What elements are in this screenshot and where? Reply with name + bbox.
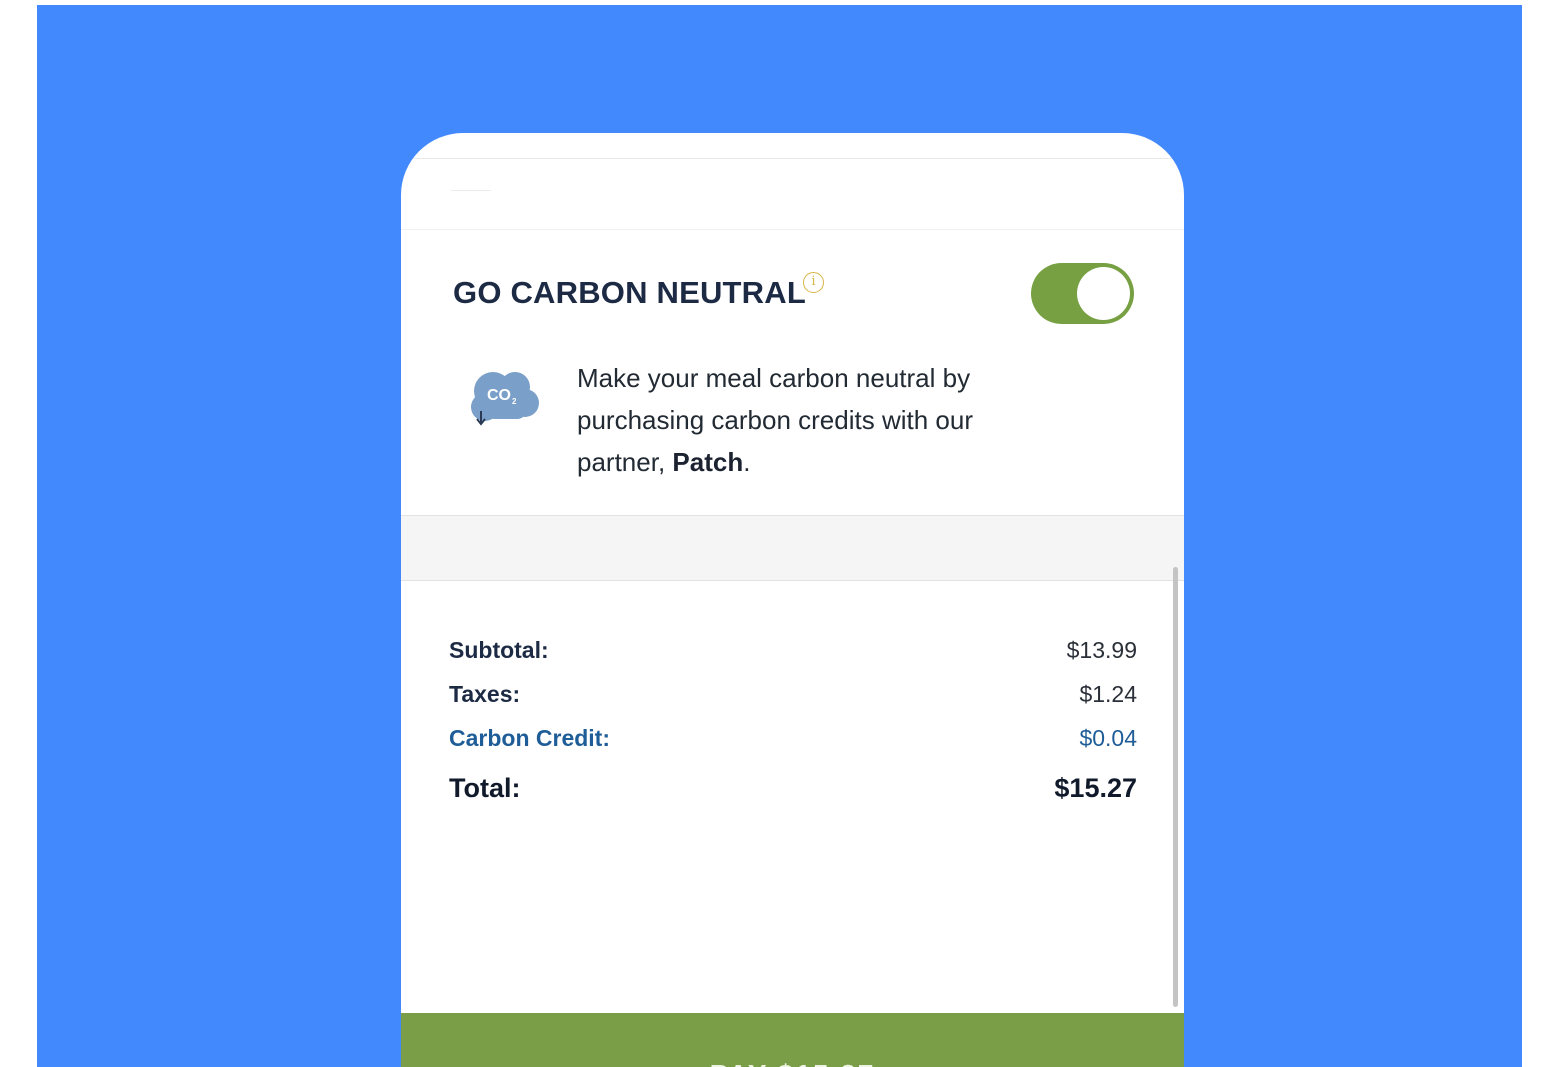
- taxes-label: Taxes:: [449, 681, 521, 707]
- total-label: Total:: [449, 773, 521, 803]
- co2-text: CO: [487, 387, 511, 404]
- carbon-description: Make your meal carbon neutral by purchas…: [577, 357, 1047, 483]
- scrollbar[interactable]: [1173, 567, 1178, 1007]
- carbon-neutral-title: GO CARBON NEUTRAL: [453, 275, 806, 310]
- carbon-credit-label: Carbon Credit:: [449, 725, 610, 751]
- pay-button[interactable]: PAY $15.27: [401, 1013, 1184, 1067]
- total-value: $15.27: [1054, 773, 1137, 803]
- subtotal-row: Subtotal: $13.99: [449, 637, 1137, 671]
- section-separator: [401, 515, 1184, 581]
- carbon-description-text: Make your meal carbon neutral by purchas…: [577, 363, 973, 477]
- taxes-row: Taxes: $1.24: [449, 681, 1137, 715]
- background-panel: GO CARBON NEUTRAL i CO 2 Make your meal …: [37, 5, 1522, 1067]
- co2-subscript: 2: [512, 397, 517, 406]
- partner-name: Patch: [672, 447, 744, 477]
- co2-cloud-icon: CO 2: [471, 372, 539, 426]
- divider: [401, 158, 1184, 159]
- total-row: Total: $15.27: [449, 773, 1137, 807]
- phone-screen: GO CARBON NEUTRAL i CO 2 Make your meal …: [401, 133, 1184, 1067]
- carbon-description-end: .: [743, 447, 751, 477]
- taxes-value: $1.24: [1079, 681, 1137, 707]
- subtotal-value: $13.99: [1066, 637, 1137, 663]
- divider: [401, 229, 1184, 230]
- carbon-neutral-toggle[interactable]: [1031, 263, 1134, 324]
- toggle-knob: [1077, 267, 1130, 320]
- pay-button-label: PAY $15.27: [401, 1059, 1184, 1067]
- subtotal-label: Subtotal:: [449, 637, 549, 663]
- carbon-credit-value: $0.04: [1079, 725, 1137, 751]
- carbon-credit-row: Carbon Credit: $0.04: [449, 725, 1137, 759]
- info-icon[interactable]: i: [803, 272, 824, 293]
- divider: [451, 190, 491, 191]
